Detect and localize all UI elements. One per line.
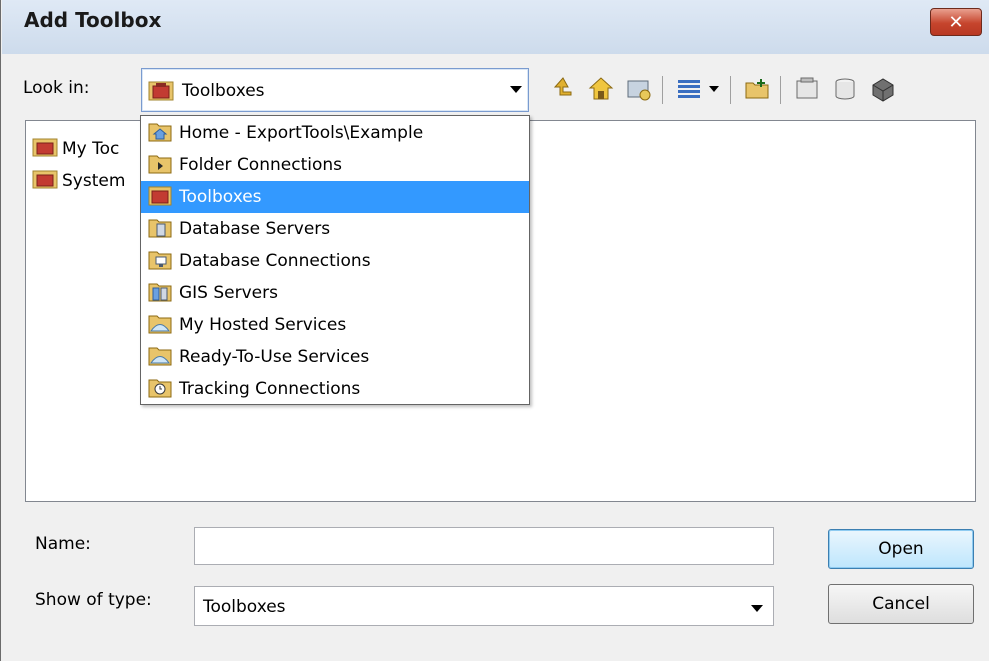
list-item[interactable]: System (32, 169, 125, 193)
home-folder-icon (148, 120, 172, 147)
dropdown-item-folder-connections[interactable]: Folder Connections (141, 149, 529, 181)
look-in-label: Look in: (23, 78, 90, 98)
database-connection-icon (148, 248, 172, 275)
look-in-dropdown-list[interactable]: Home - ExportTools\Example Folder Connec… (140, 115, 530, 405)
title-bar[interactable]: Add Toolbox ✕ (2, 0, 989, 54)
dropdown-item-label: My Hosted Services (179, 315, 347, 335)
dropdown-item-label: Database Servers (179, 219, 331, 239)
window-title: Add Toolbox (24, 8, 162, 32)
dropdown-item-label: Home - ExportTools\Example (179, 123, 424, 143)
close-icon: ✕ (948, 11, 964, 33)
cancel-button-label: Cancel (872, 594, 930, 614)
open-button[interactable]: Open (828, 529, 974, 569)
connect-folder-icon[interactable] (622, 72, 656, 106)
home-icon[interactable] (584, 72, 618, 106)
chevron-down-icon[interactable] (510, 86, 522, 93)
dropdown-item-tracking-connections[interactable]: Tracking Connections (141, 373, 529, 405)
dropdown-item-label: Tracking Connections (179, 379, 361, 399)
list-item-label: My Toc (62, 139, 120, 159)
view-dropdown-icon[interactable] (704, 72, 724, 106)
toolbar-separator (662, 76, 663, 104)
up-one-level-icon[interactable] (546, 72, 580, 106)
toolbar-separator (780, 76, 781, 104)
dropdown-item-toolboxes[interactable]: Toolboxes (141, 181, 529, 213)
list-item-label: System (62, 171, 126, 191)
name-label: Name: (35, 534, 91, 554)
toolbox-icon (148, 79, 174, 106)
name-input[interactable] (194, 527, 774, 565)
dropdown-item-label: Database Connections (179, 251, 371, 271)
chevron-down-icon[interactable] (751, 605, 763, 612)
dropdown-item-label: GIS Servers (179, 283, 278, 303)
tracking-connection-icon (148, 376, 172, 403)
dropdown-item-home[interactable]: Home - ExportTools\Example (141, 117, 529, 149)
new-toolbox-icon[interactable] (790, 72, 824, 106)
toolbox-icon (32, 169, 58, 194)
list-item[interactable]: My Toc (32, 137, 119, 161)
toolbox-icon (148, 184, 172, 211)
new-folder-icon[interactable] (740, 72, 774, 106)
toolbox-icon (32, 137, 58, 162)
view-menu-icon[interactable] (672, 72, 706, 106)
dropdown-item-database-connections[interactable]: Database Connections (141, 245, 529, 277)
show-of-type-combobox[interactable]: Toolboxes (194, 586, 774, 626)
close-button[interactable]: ✕ (930, 8, 982, 36)
open-button-label: Open (878, 539, 924, 559)
folder-connections-icon (148, 152, 172, 179)
dropdown-item-my-hosted-services[interactable]: My Hosted Services (141, 309, 529, 341)
dropdown-item-label: Folder Connections (179, 155, 342, 175)
add-toolbox-dialog: Add Toolbox ✕ Look in: Toolboxes My Toc … (0, 0, 989, 661)
look-in-value: Toolboxes (182, 81, 265, 101)
dropdown-item-ready-to-use-services[interactable]: Ready-To-Use Services (141, 341, 529, 373)
dropdown-item-gis-servers[interactable]: GIS Servers (141, 277, 529, 309)
look-in-combobox[interactable]: Toolboxes (141, 68, 529, 112)
dropdown-item-label: Toolboxes (179, 187, 262, 207)
dropdown-item-label: Ready-To-Use Services (179, 347, 370, 367)
show-of-type-value: Toolboxes (203, 597, 286, 617)
dropdown-item-database-servers[interactable]: Database Servers (141, 213, 529, 245)
gis-server-icon (148, 280, 172, 307)
new-geodatabase-icon[interactable] (828, 72, 862, 106)
ready-services-icon (148, 344, 172, 371)
cancel-button[interactable]: Cancel (828, 584, 974, 624)
new-item-icon[interactable] (866, 72, 900, 106)
database-server-icon (148, 216, 172, 243)
toolbar-separator (730, 76, 731, 104)
show-of-type-label: Show of type: (35, 590, 152, 610)
hosted-services-icon (148, 312, 172, 339)
